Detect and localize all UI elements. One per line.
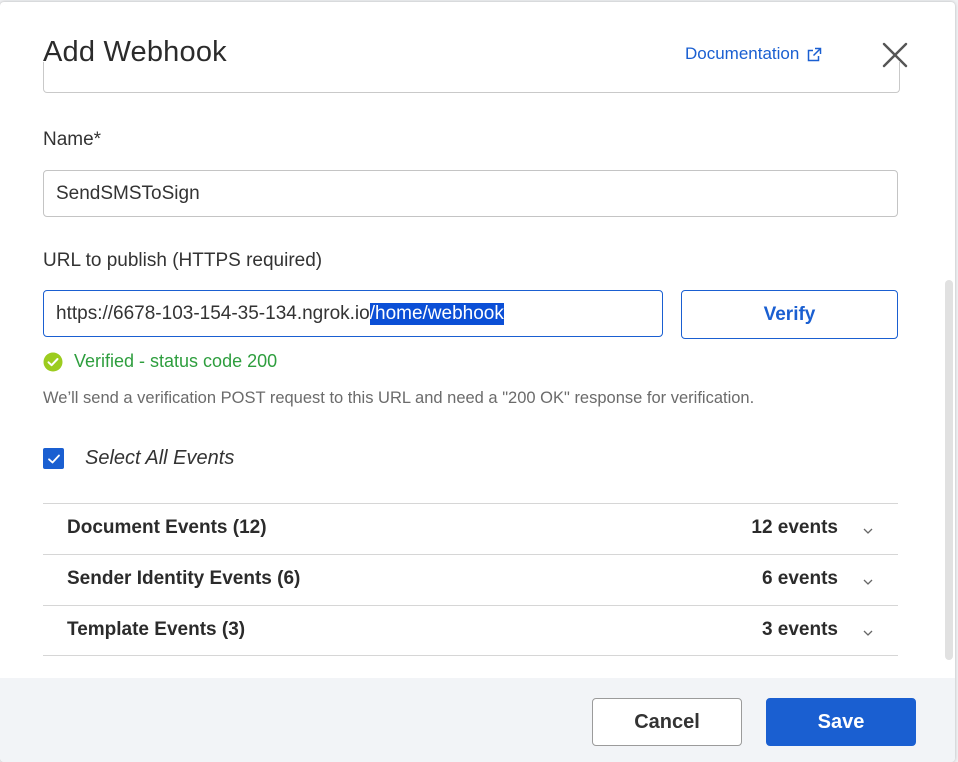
event-groups-list: Document Events (12) 12 events Sender Id…	[43, 503, 898, 656]
name-input[interactable]: SendSMSToSign	[43, 170, 898, 217]
verification-status: Verified - status code 200	[43, 351, 277, 372]
event-group-name: Template Events (3)	[67, 619, 246, 640]
event-group-template[interactable]: Template Events (3) 3 events	[43, 605, 898, 656]
verification-help-text: We’ll send a verification POST request t…	[43, 389, 755, 407]
verify-button[interactable]: Verify	[681, 290, 898, 339]
external-link-icon	[808, 47, 822, 61]
url-input[interactable]: https://6678-103-154-35-134.ngrok.io/hom…	[43, 290, 663, 337]
chevron-down-icon[interactable]	[862, 525, 874, 537]
select-all-label: Select All Events	[85, 447, 235, 469]
chevron-down-icon[interactable]	[862, 576, 874, 588]
add-webhook-dialog: Add Webhook Documentation Name* SendSMST…	[0, 2, 955, 762]
checkmark-icon	[47, 454, 60, 463]
select-all-checkbox[interactable]	[43, 448, 64, 469]
select-all-events[interactable]: Select All Events	[43, 447, 234, 470]
cancel-button[interactable]: Cancel	[592, 698, 742, 746]
url-input-value: https://6678-103-154-35-134.ngrok.io	[56, 302, 370, 324]
name-input-value: SendSMSToSign	[56, 182, 200, 204]
event-group-document[interactable]: Document Events (12) 12 events	[43, 503, 898, 554]
previous-field-bottom-edge	[43, 62, 900, 93]
check-circle-icon	[43, 352, 63, 371]
url-label: URL to publish (HTTPS required)	[43, 250, 323, 271]
dialog-scrollbar[interactable]	[945, 280, 953, 660]
event-group-count: 12 events	[751, 517, 838, 538]
url-input-selected-text: /home/webhook	[369, 302, 504, 325]
save-button[interactable]: Save	[766, 698, 916, 746]
documentation-link-label: Documentation	[685, 44, 800, 63]
event-group-count: 6 events	[761, 568, 838, 589]
verification-status-text: Verified - status code 200	[74, 351, 278, 371]
chevron-down-icon[interactable]	[862, 627, 874, 639]
event-group-name: Document Events (12)	[67, 517, 267, 538]
name-label: Name*	[43, 129, 102, 150]
event-group-count: 3 events	[761, 619, 838, 640]
event-group-sender-identity[interactable]: Sender Identity Events (6) 6 events	[43, 554, 898, 605]
documentation-link[interactable]: Documentation	[685, 44, 822, 64]
dialog-footer: Cancel Save	[0, 678, 955, 762]
event-group-name: Sender Identity Events (6)	[67, 568, 301, 589]
